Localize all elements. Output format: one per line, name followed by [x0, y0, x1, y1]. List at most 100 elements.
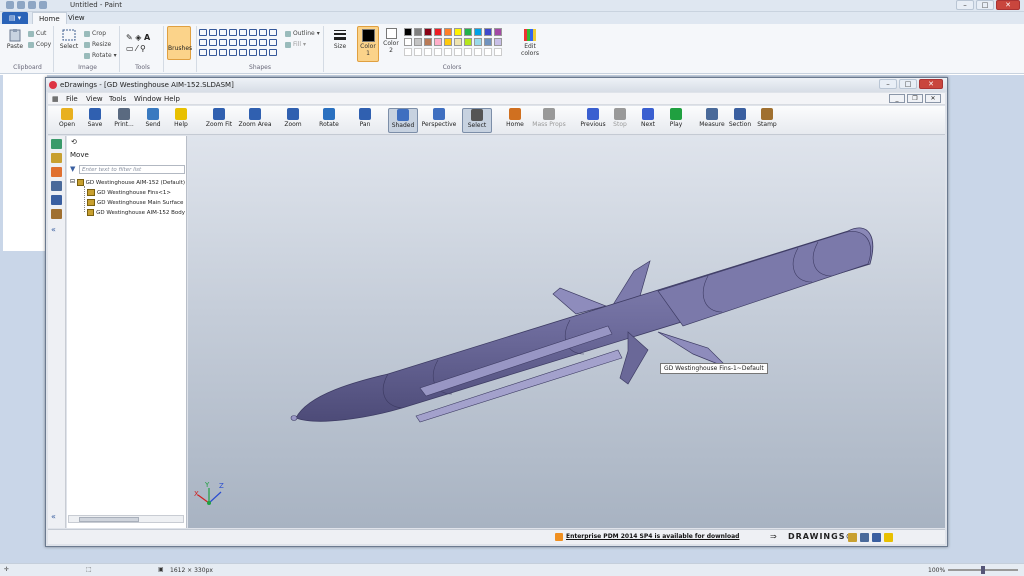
- configurations-tab-icon[interactable]: [51, 153, 62, 163]
- color-swatch[interactable]: [404, 28, 412, 36]
- print-button[interactable]: Print...: [109, 108, 139, 133]
- maximize-button[interactable]: □: [899, 79, 917, 89]
- minimize-button[interactable]: –: [956, 0, 974, 10]
- missile-rear-section[interactable]: [657, 231, 872, 327]
- custom-color-slot[interactable]: [414, 48, 422, 56]
- zoom-button[interactable]: Zoom: [278, 108, 308, 133]
- send-button[interactable]: Send: [138, 108, 168, 133]
- 3d-viewport[interactable]: Z X Y GD Westinghouse Fins-1~Default: [188, 136, 945, 528]
- expand-chevron-icon[interactable]: «: [51, 512, 62, 522]
- markup-pen-icon[interactable]: [848, 533, 857, 542]
- custom-color-slot[interactable]: [474, 48, 482, 56]
- color-swatch[interactable]: [464, 38, 472, 46]
- rotate-image-button[interactable]: Rotate ▾: [84, 52, 117, 59]
- color-swatch[interactable]: [494, 38, 502, 46]
- tree-item-main-surface[interactable]: GD Westinghouse Main Surface: [87, 199, 185, 206]
- move-component-icon[interactable]: ⟲: [71, 138, 77, 146]
- color-picker-icon[interactable]: ⁄: [136, 44, 137, 53]
- fill-dropdown[interactable]: Fill ▾: [285, 41, 306, 48]
- collapse-chevron-icon[interactable]: «: [51, 225, 62, 235]
- size-button[interactable]: Size: [329, 28, 351, 50]
- cut-button[interactable]: Cut: [28, 30, 46, 37]
- status-message-link[interactable]: Enterprise PDM 2014 SP4 is available for…: [566, 533, 739, 540]
- measure-status-icon[interactable]: [860, 533, 869, 542]
- next-button[interactable]: Next: [633, 108, 663, 133]
- magnifier-icon[interactable]: ⚲: [140, 44, 146, 53]
- markup-tab-icon[interactable]: [51, 167, 62, 177]
- doc-restore-button[interactable]: ❐: [907, 94, 923, 103]
- color-swatch[interactable]: [444, 28, 452, 36]
- color2-button[interactable]: Color 2: [381, 28, 401, 54]
- menu-window[interactable]: Window: [134, 95, 162, 103]
- home-button[interactable]: Home: [500, 108, 530, 133]
- paint-file-menu-button[interactable]: ▤ ▾: [2, 12, 28, 24]
- undo-icon[interactable]: [28, 1, 36, 9]
- color-swatch[interactable]: [424, 28, 432, 36]
- brushes-button[interactable]: Brushes: [167, 26, 192, 60]
- tree-collapse-toggle[interactable]: ⊟: [70, 178, 75, 185]
- section-tab-icon[interactable]: [51, 195, 62, 205]
- color-swatch[interactable]: [474, 28, 482, 36]
- pan-button[interactable]: Pan: [350, 108, 380, 133]
- fill-icon[interactable]: ◈: [135, 33, 141, 42]
- color1-button[interactable]: Color 1: [357, 26, 379, 62]
- zoom-fit-button[interactable]: Zoom Fit: [204, 108, 234, 133]
- custom-color-slot[interactable]: [494, 48, 502, 56]
- warning-icon[interactable]: [884, 533, 893, 542]
- missile-nose-tip[interactable]: [290, 415, 298, 421]
- color-swatch[interactable]: [454, 38, 462, 46]
- open-button[interactable]: Open: [52, 108, 82, 133]
- color-swatch[interactable]: [424, 38, 432, 46]
- save-icon[interactable]: [17, 1, 25, 9]
- color-swatch[interactable]: [484, 38, 492, 46]
- mass-props-button[interactable]: Mass Props: [530, 108, 568, 133]
- color-swatch[interactable]: [434, 38, 442, 46]
- menu-view[interactable]: View: [86, 95, 103, 103]
- resize-button[interactable]: Resize: [84, 41, 111, 48]
- outline-dropdown[interactable]: Outline ▾: [285, 30, 320, 37]
- custom-color-slot[interactable]: [404, 48, 412, 56]
- edit-colors-button[interactable]: Edit colors: [517, 28, 543, 57]
- missile-model[interactable]: Z X Y: [188, 136, 945, 528]
- filter-icon[interactable]: ▼: [70, 165, 75, 173]
- pencil-icon[interactable]: ✎: [126, 33, 133, 42]
- copy-button[interactable]: Copy: [28, 41, 51, 48]
- panel-horizontal-scrollbar[interactable]: [68, 515, 184, 523]
- zoom-slider[interactable]: [948, 566, 1018, 574]
- paste-button[interactable]: Paste: [4, 28, 26, 50]
- close-button[interactable]: ✕: [919, 79, 943, 89]
- section-status-icon[interactable]: [872, 533, 881, 542]
- menu-tools[interactable]: Tools: [109, 95, 126, 103]
- tree-item-fins[interactable]: GD Westinghouse Fins<1>: [87, 189, 185, 196]
- play-button[interactable]: Play: [661, 108, 691, 133]
- shaded-button[interactable]: Shaded: [388, 108, 418, 133]
- paint-canvas[interactable]: [3, 75, 47, 251]
- color-swatch[interactable]: [494, 28, 502, 36]
- stamp-button[interactable]: Stamp: [752, 108, 782, 133]
- minimize-button[interactable]: –: [879, 79, 897, 89]
- color-swatch[interactable]: [414, 38, 422, 46]
- color-swatch[interactable]: [464, 28, 472, 36]
- section-button[interactable]: Section: [725, 108, 755, 133]
- custom-color-slot[interactable]: [484, 48, 492, 56]
- custom-color-slot[interactable]: [444, 48, 452, 56]
- filter-input[interactable]: Enter text to filter list: [79, 165, 185, 174]
- doc-minimize-button[interactable]: _: [889, 94, 905, 103]
- color-swatch[interactable]: [404, 38, 412, 46]
- eraser-icon[interactable]: ▭: [126, 44, 134, 53]
- perspective-button[interactable]: Perspective: [420, 108, 458, 133]
- color-swatch[interactable]: [484, 28, 492, 36]
- text-icon[interactable]: A: [144, 33, 150, 42]
- select-button[interactable]: Select: [58, 28, 80, 50]
- help-button[interactable]: Help: [166, 108, 196, 133]
- maximize-button[interactable]: □: [976, 0, 994, 10]
- menu-file[interactable]: File: [66, 95, 78, 103]
- tab-view[interactable]: View: [62, 12, 91, 24]
- custom-color-slot[interactable]: [454, 48, 462, 56]
- tree-root-assembly[interactable]: GD Westinghouse AIM-152 (Default): [77, 179, 185, 186]
- rotate-button[interactable]: Rotate: [314, 108, 344, 133]
- doc-close-button[interactable]: ✕: [925, 94, 941, 103]
- components-tab-icon[interactable]: [51, 139, 62, 149]
- scrollbar-thumb[interactable]: [79, 517, 139, 522]
- color-swatch[interactable]: [444, 38, 452, 46]
